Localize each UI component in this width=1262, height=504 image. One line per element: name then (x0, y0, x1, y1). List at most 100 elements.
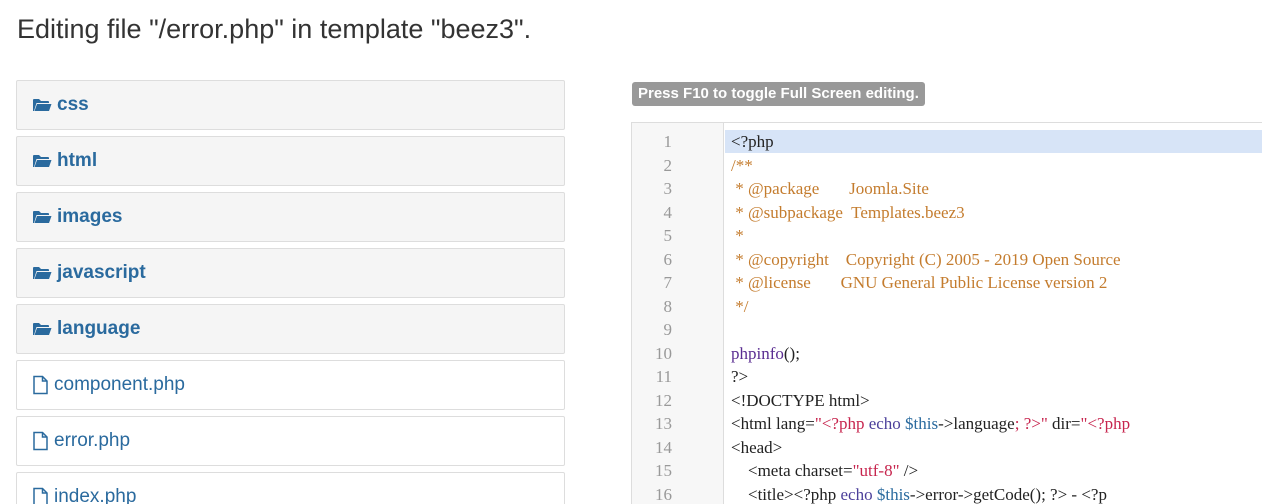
code-text: ​ */ (725, 295, 1262, 318)
line-number: 14 (655, 437, 672, 457)
folder-label: css (57, 94, 89, 115)
code-line[interactable]: 13 ​<html lang="<?php echo $this->languag… (632, 412, 1262, 435)
code-token: "<?php (814, 414, 869, 433)
file-label: index.php (54, 486, 137, 504)
file-label: error.php (54, 430, 131, 451)
line-number: 11 (655, 367, 672, 386)
folder-label: javascript (57, 262, 146, 283)
file-icon (32, 431, 49, 451)
folder-label: images (57, 206, 123, 227)
line-number: 13 (655, 414, 672, 433)
code-token: <meta charset= (731, 461, 853, 480)
code-text: ​<!DOCTYPE html> (725, 389, 1262, 412)
line-number: 12 (655, 390, 672, 410)
code-text: ​phpinfo(); (725, 342, 1262, 365)
code-line[interactable]: 3 ​ * @package Joomla.Site (632, 177, 1262, 200)
file-tree: css html images javascript language component… (16, 80, 565, 504)
code-line[interactable]: 2 ​/** (632, 154, 1262, 177)
code-text: ​?> (725, 365, 1262, 388)
code-text: ​ * @package Joomla.Site (725, 177, 1262, 200)
page-title: Editing file "/error.php" in template "b… (17, 14, 532, 44)
folder-open-icon (32, 321, 52, 337)
line-number: 16 (655, 484, 672, 504)
code-token: * @copyright Copyright (C) 2005 - 2019 O… (731, 249, 1121, 269)
code-token: /** (731, 155, 753, 175)
folder-open-icon (32, 265, 52, 281)
code-text: ​<html lang="<?php echo $this->language;… (725, 412, 1262, 435)
code-token: (); (783, 343, 800, 363)
file-item[interactable]: error.php (16, 416, 565, 466)
line-number: 7 (663, 273, 673, 292)
code-line[interactable]: 5 ​ * (632, 224, 1262, 247)
folder-open-icon (32, 209, 52, 225)
line-number: 3 (663, 179, 673, 198)
line-number: 9 (663, 320, 673, 339)
code-text: ​<?php (725, 130, 1262, 153)
code-token: $this (876, 484, 910, 504)
code-token: * @subpackage Templates.beez3 (731, 202, 965, 222)
code-token: ?> (731, 367, 749, 386)
code-token: ->error->getCode(); ?> - <?p (909, 484, 1107, 504)
folder-label: html (57, 150, 98, 171)
file-item[interactable]: component.php (16, 360, 565, 410)
folder-item[interactable]: language (16, 304, 565, 354)
code-token: * @license GNU General Public License ve… (731, 273, 1108, 292)
line-number: 2 (663, 155, 673, 175)
code-line[interactable]: 6 ​ * @copyright Copyright (C) 2005 - 201… (632, 248, 1262, 271)
code-text: ​ * @copyright Copyright (C) 2005 - 2019… (725, 248, 1262, 271)
code-text: ​ * @license GNU General Public License … (725, 271, 1262, 294)
line-number: 5 (663, 226, 673, 245)
folder-item[interactable]: html (16, 136, 565, 186)
code-text: ​ * @subpackage Templates.beez3 (725, 201, 1262, 224)
code-text: ​/** (725, 154, 1262, 177)
folder-item[interactable]: javascript (16, 248, 565, 298)
code-token: <!DOCTYPE html> (731, 390, 870, 410)
code-token: <head> (731, 437, 783, 457)
code-token: ; ?>" (1014, 414, 1048, 433)
code-text: ​ <title><?php echo $this->error->getCod… (725, 483, 1262, 504)
code-token: <?php (731, 132, 774, 151)
folder-item[interactable]: images (16, 192, 565, 242)
code-line[interactable]: 1 ​<?php (632, 130, 1262, 153)
code-token: phpinfo (731, 343, 784, 363)
folder-item[interactable]: css (16, 80, 565, 130)
file-icon (32, 375, 49, 395)
code-line[interactable]: 16 ​ <title><?php echo $this->error->getC… (632, 483, 1262, 504)
file-item[interactable]: index.php (16, 472, 565, 504)
file-icon (32, 487, 49, 504)
line-number: 8 (663, 296, 673, 316)
code-line[interactable]: 14 ​<head> (632, 436, 1262, 459)
code-line[interactable]: 7 ​ * @license GNU General Public License… (632, 271, 1262, 294)
code-token: echo (868, 414, 906, 433)
line-number: 15 (655, 461, 672, 480)
code-token: $this (905, 414, 939, 433)
code-token: echo (840, 484, 877, 504)
code-token: <html lang= (731, 414, 815, 433)
code-text: ​ (725, 318, 1262, 341)
code-token: * @package Joomla.Site (731, 179, 929, 198)
code-line[interactable]: 15 ​ <meta charset="utf-8" /> (632, 459, 1262, 482)
code-text: ​ * (725, 224, 1262, 247)
code-line[interactable]: 8 ​ */ (632, 295, 1262, 318)
code-token: */ (731, 296, 749, 316)
code-line[interactable]: 4 ​ * @subpackage Templates.beez3 (632, 201, 1262, 224)
folder-label: language (57, 318, 141, 339)
code-token: dir= (1047, 414, 1081, 433)
code-text: ​ <meta charset="utf-8" /> (725, 459, 1262, 482)
code-line[interactable]: 9​ (632, 318, 1262, 341)
line-number: 10 (655, 343, 672, 363)
code-line[interactable]: 12 ​<!DOCTYPE html> (632, 389, 1262, 412)
file-label: component.php (54, 374, 185, 395)
code-token: <title><?php (731, 484, 841, 504)
code-token: "utf-8" (852, 461, 900, 480)
fullscreen-hint-badge: Press F10 to toggle Full Screen editing. (632, 82, 925, 106)
code-token: "<?php (1080, 414, 1131, 433)
code-line[interactable]: 10 ​phpinfo(); (632, 342, 1262, 365)
line-number: 1 (663, 132, 673, 151)
line-number: 6 (663, 249, 673, 269)
code-line[interactable]: 11 ​?> (632, 365, 1262, 388)
code-text: ​<head> (725, 436, 1262, 459)
code-token: * (731, 226, 744, 245)
code-editor[interactable]: 1​<?php2​/**3​ * @package Joomla.Site4​ … (631, 122, 1262, 504)
line-number: 4 (663, 202, 673, 222)
